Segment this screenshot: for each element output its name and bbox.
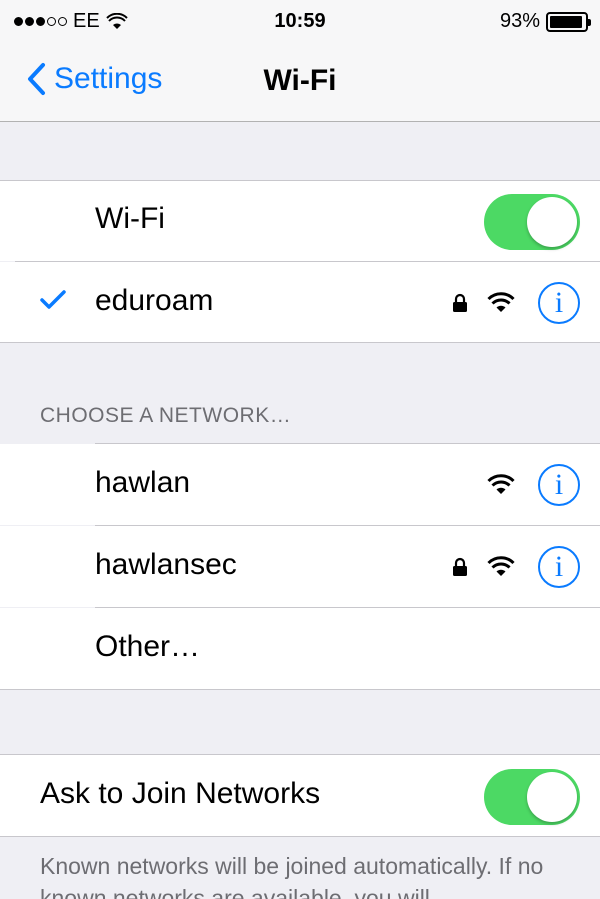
wifi-signal-icon (487, 474, 515, 494)
network-info-button[interactable]: i (538, 546, 580, 588)
network-name: hawlansec (95, 548, 237, 581)
wifi-signal-icon (487, 556, 515, 576)
divider (0, 342, 600, 343)
network-name: hawlan (95, 466, 191, 499)
section-header: CHOOSE A NETWORK… (40, 404, 292, 427)
other-network-label: Other… (95, 630, 201, 663)
network-info-button[interactable]: i (538, 282, 580, 324)
navigation-bar: Settings Wi-Fi (0, 40, 600, 122)
page-title: Wi-Fi (263, 64, 337, 97)
wifi-toggle-row: Wi-Fi (0, 180, 600, 261)
wifi-signal-icon (487, 292, 515, 312)
divider (0, 180, 600, 181)
other-network-row[interactable]: Other… (0, 608, 600, 689)
lock-icon (453, 293, 467, 312)
status-bar: EE 10:59 93% (0, 0, 600, 40)
footer-description: Known networks will be joined automatica… (40, 853, 544, 899)
battery-percentage: 93% (499, 10, 540, 32)
connected-network-row[interactable]: eduroam i (0, 262, 600, 343)
network-icons: i (452, 546, 580, 588)
connected-network-name: eduroam (95, 284, 214, 317)
toggle-knob (527, 772, 577, 822)
network-info-button[interactable]: i (538, 464, 580, 506)
checkmark-icon (40, 290, 66, 309)
ask-to-join-row: Ask to Join Networks (0, 755, 600, 836)
battery-icon (546, 11, 591, 32)
wifi-toggle-label: Wi-Fi (95, 202, 165, 235)
network-row-hawlansec[interactable]: hawlansec i (0, 526, 600, 607)
ask-to-join-toggle[interactable] (484, 769, 580, 825)
toggle-knob (527, 197, 577, 247)
divider (0, 836, 600, 837)
divider (0, 689, 600, 690)
network-row-hawlan[interactable]: hawlan i (0, 444, 600, 525)
connected-network-icons: i (452, 282, 580, 324)
ask-to-join-label: Ask to Join Networks (40, 777, 321, 810)
network-icons: i (486, 464, 580, 506)
status-right: 93% (499, 10, 591, 33)
lock-icon (453, 557, 467, 576)
wifi-toggle[interactable] (484, 194, 580, 250)
